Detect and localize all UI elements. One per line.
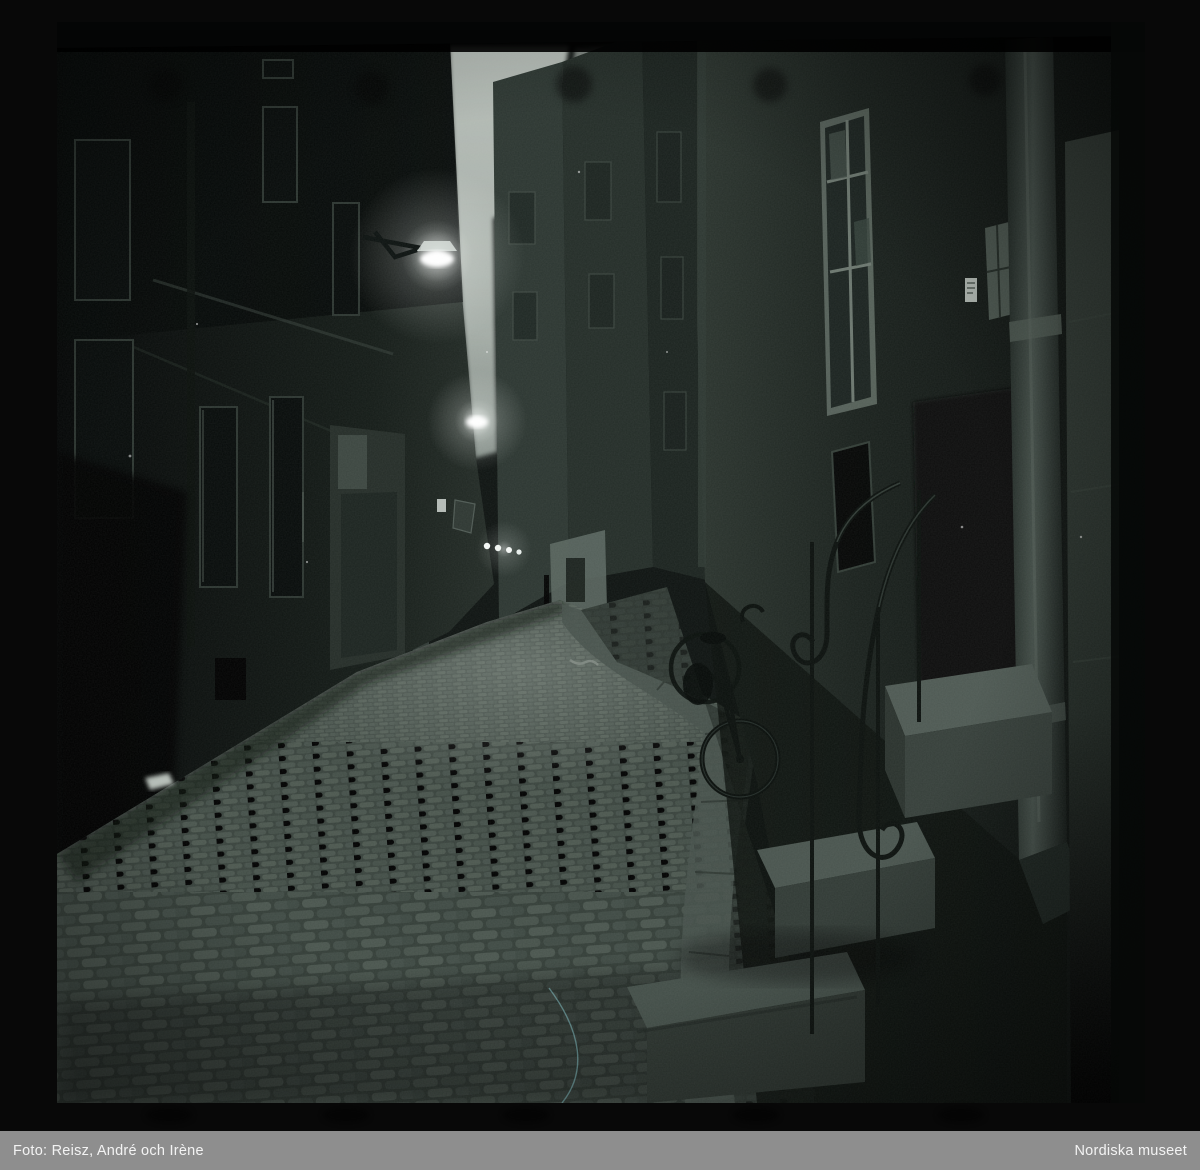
film-frame: Foto: Reisz, André och Irène Nordiska mu…	[0, 0, 1200, 1170]
film-punch-mark	[938, 1107, 984, 1123]
caption-museum: Nordiska museet	[1074, 1143, 1187, 1159]
vignette	[57, 22, 1145, 1103]
film-punch-mark	[733, 1107, 779, 1123]
caption-bar: Foto: Reisz, André och Irène Nordiska mu…	[0, 1131, 1200, 1170]
film-punch-mark	[323, 1107, 369, 1123]
film-punch-mark	[503, 1107, 549, 1123]
film-punch-mark	[146, 1107, 192, 1123]
caption-photographer: Foto: Reisz, André och Irène	[13, 1143, 204, 1159]
photograph	[57, 22, 1145, 1103]
